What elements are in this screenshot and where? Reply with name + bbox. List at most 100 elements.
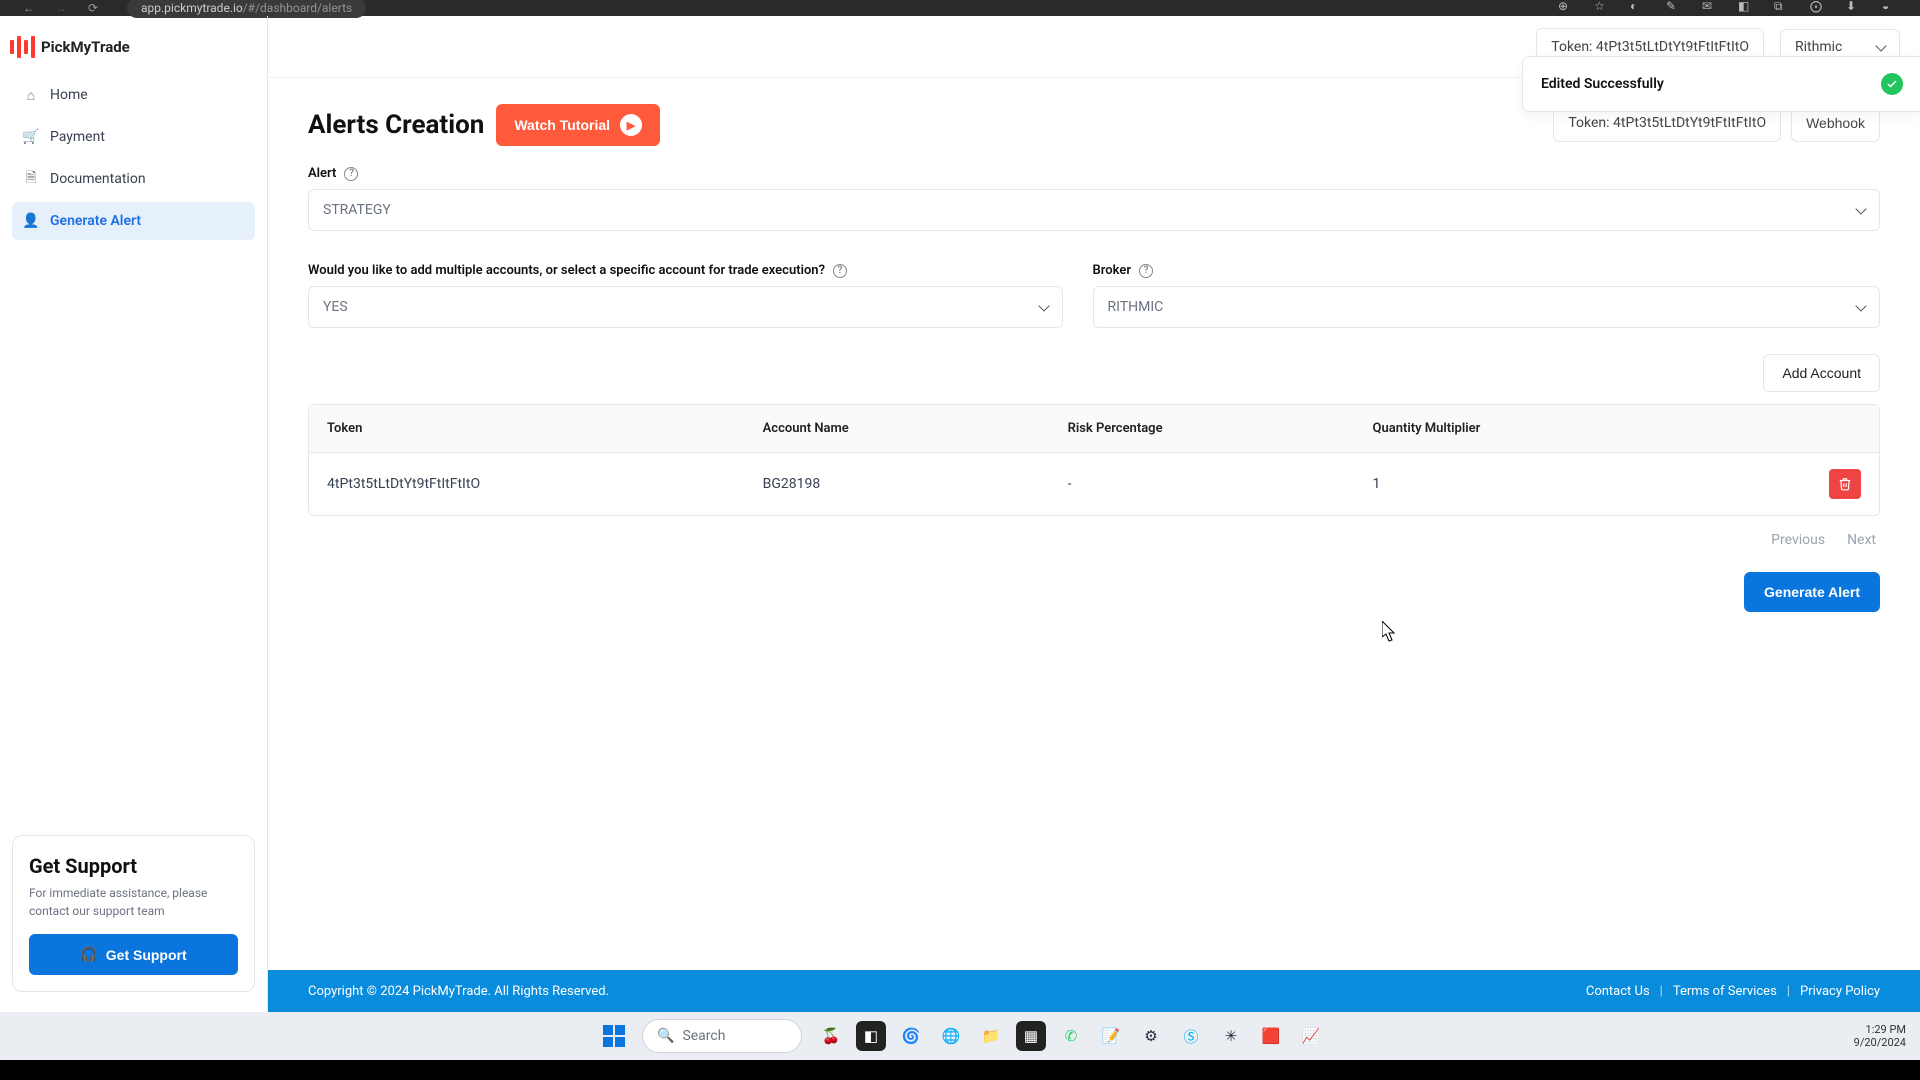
- logo-text: PickMyTrade: [41, 38, 130, 56]
- success-toast: Edited Successfully: [1522, 56, 1920, 112]
- taskbar-app-8[interactable]: ⚙: [1136, 1021, 1166, 1051]
- taskbar-app-10[interactable]: ✳: [1216, 1021, 1246, 1051]
- footer-copyright: Copyright © 2024 PickMyTrade. All Rights…: [308, 984, 1586, 999]
- home-icon: ⌂: [22, 86, 40, 104]
- get-support-button[interactable]: 🎧 Get Support: [29, 934, 238, 975]
- footer-link-terms[interactable]: Terms of Services: [1673, 984, 1777, 999]
- accounts-table: Token Account Name Risk Percentage Quant…: [308, 404, 1880, 516]
- taskbar-app-2[interactable]: ◧: [856, 1021, 886, 1051]
- help-icon[interactable]: ?: [833, 264, 847, 278]
- url-path: /#/dashboard/alerts: [243, 1, 352, 15]
- logo-icon: [10, 36, 35, 58]
- token-value: 4tPt3t5tLtDtYt9tFtItFtItO: [1613, 115, 1766, 131]
- footer-link-privacy[interactable]: Privacy Policy: [1800, 984, 1880, 999]
- broker-field-label: Broker: [1093, 263, 1132, 278]
- pager-next[interactable]: Next: [1847, 532, 1876, 548]
- col-risk: Risk Percentage: [1068, 421, 1373, 436]
- cell-account: BG28198: [763, 476, 1068, 492]
- user-alert-icon: 👤: [22, 212, 40, 230]
- alert-type-value: STRATEGY: [323, 202, 391, 218]
- ext5-icon[interactable]: ⧉: [1774, 0, 1792, 17]
- start-button[interactable]: [594, 1018, 634, 1054]
- delete-row-button[interactable]: [1829, 469, 1861, 499]
- main: Token: 4tPt3t5tLtDtYt9tFtItFtItO Rithmic…: [268, 16, 1920, 1012]
- reload-icon[interactable]: ⟳: [84, 0, 102, 17]
- sidebar-item-payment[interactable]: 🛒 Payment: [12, 118, 255, 156]
- multi-account-select[interactable]: YES: [308, 286, 1063, 328]
- sidebar-item-label: Home: [50, 87, 88, 103]
- sidebar-item-label: Generate Alert: [50, 213, 141, 229]
- multi-account-label: Would you like to add multiple accounts,…: [308, 263, 825, 278]
- table-row: 4tPt3t5tLtDtYt9tFtItFtItO BG28198 - 1: [309, 453, 1879, 515]
- letterbox-bottom: [0, 1060, 1920, 1080]
- taskbar-app-copilot[interactable]: 🌀: [896, 1021, 926, 1051]
- translate-icon[interactable]: ⊕: [1558, 0, 1576, 17]
- watch-tutorial-button[interactable]: Watch Tutorial ▶: [496, 104, 660, 146]
- sidebar-item-home[interactable]: ⌂ Home: [12, 76, 255, 114]
- taskbar-app-11[interactable]: 🟥: [1256, 1021, 1286, 1051]
- add-account-label: Add Account: [1782, 365, 1861, 381]
- ext4-icon[interactable]: ◧: [1738, 0, 1756, 17]
- taskbar-app-skype[interactable]: Ⓢ: [1176, 1021, 1206, 1051]
- taskbar-date: 9/20/2024: [1854, 1036, 1906, 1049]
- support-title: Get Support: [29, 854, 238, 878]
- support-box: Get Support For immediate assistance, pl…: [12, 835, 255, 992]
- taskbar-search[interactable]: 🔍 Search: [642, 1019, 802, 1053]
- token-prefix: Token:: [1568, 115, 1613, 131]
- ext1-icon[interactable]: ◐: [1630, 0, 1648, 17]
- help-icon[interactable]: ?: [1139, 264, 1153, 278]
- cursor-icon: [1382, 621, 1398, 643]
- taskbar-app-1[interactable]: 🍒: [816, 1021, 846, 1051]
- star-icon[interactable]: ☆: [1594, 0, 1612, 17]
- col-qty: Quantity Multiplier: [1373, 421, 1722, 436]
- profile-icon[interactable]: ◒: [1882, 0, 1900, 17]
- taskbar-app-explorer[interactable]: 📁: [976, 1021, 1006, 1051]
- broker-select[interactable]: RITHMIC: [1093, 286, 1880, 328]
- sidebar-item-generate-alert[interactable]: 👤 Generate Alert: [12, 202, 255, 240]
- token-prefix: Token:: [1551, 39, 1596, 55]
- help-icon[interactable]: ?: [344, 167, 358, 181]
- page-title: Alerts Creation: [308, 110, 484, 140]
- search-icon: 🔍: [657, 1028, 674, 1044]
- url-host: app.pickmytrade.io: [141, 1, 243, 15]
- table-pager: Previous Next: [308, 532, 1876, 548]
- taskbar-app-chrome[interactable]: 🌐: [936, 1021, 966, 1051]
- search-placeholder: Search: [682, 1028, 725, 1044]
- generate-alert-button[interactable]: Generate Alert: [1744, 572, 1880, 612]
- chevron-down-icon: [1855, 300, 1866, 311]
- ext6-icon[interactable]: ⨀: [1810, 0, 1828, 17]
- cell-risk: -: [1068, 476, 1373, 492]
- ext2-icon[interactable]: ✎: [1666, 0, 1684, 17]
- taskbar-app-notepad[interactable]: 📝: [1096, 1021, 1126, 1051]
- footer: Copyright © 2024 PickMyTrade. All Rights…: [268, 970, 1920, 1012]
- support-desc: For immediate assistance, please contact…: [29, 884, 238, 920]
- cell-qty: 1: [1373, 476, 1722, 492]
- taskbar-clock[interactable]: 1:29 PM 9/20/2024: [1854, 1023, 1912, 1049]
- taskbar-app-12[interactable]: 📈: [1296, 1021, 1326, 1051]
- forward-icon[interactable]: →: [52, 0, 70, 17]
- back-icon[interactable]: ←: [20, 0, 38, 17]
- browser-bar: ← → ⟳ app.pickmytrade.io/#/dashboard/ale…: [0, 0, 1920, 16]
- token-value: 4tPt3t5tLtDtYt9tFtItFtItO: [1596, 39, 1749, 55]
- ext3-icon[interactable]: ✉: [1702, 0, 1720, 17]
- col-token: Token: [327, 421, 763, 436]
- alert-type-select[interactable]: STRATEGY: [308, 189, 1880, 231]
- webhook-label: Webhook: [1806, 115, 1865, 131]
- toast-text: Edited Successfully: [1541, 76, 1664, 92]
- footer-link-contact[interactable]: Contact Us: [1586, 984, 1650, 999]
- generate-alert-label: Generate Alert: [1764, 584, 1860, 600]
- logo[interactable]: PickMyTrade: [0, 24, 267, 76]
- broker-select-value: Rithmic: [1795, 39, 1842, 55]
- taskbar-app-5[interactable]: ▦: [1016, 1021, 1046, 1051]
- support-btn-label: Get Support: [106, 947, 187, 963]
- sidebar-item-documentation[interactable]: 🗎 Documentation: [12, 160, 255, 198]
- play-icon: ▶: [620, 114, 642, 136]
- broker-value: RITHMIC: [1108, 299, 1164, 315]
- sidebar-item-label: Payment: [50, 129, 105, 145]
- cart-icon: 🛒: [22, 128, 40, 146]
- chevron-down-icon: [1855, 203, 1866, 214]
- download-icon[interactable]: ⬇: [1846, 0, 1864, 17]
- pager-prev[interactable]: Previous: [1771, 532, 1825, 548]
- taskbar-app-whatsapp[interactable]: ✆: [1056, 1021, 1086, 1051]
- add-account-button[interactable]: Add Account: [1763, 354, 1880, 392]
